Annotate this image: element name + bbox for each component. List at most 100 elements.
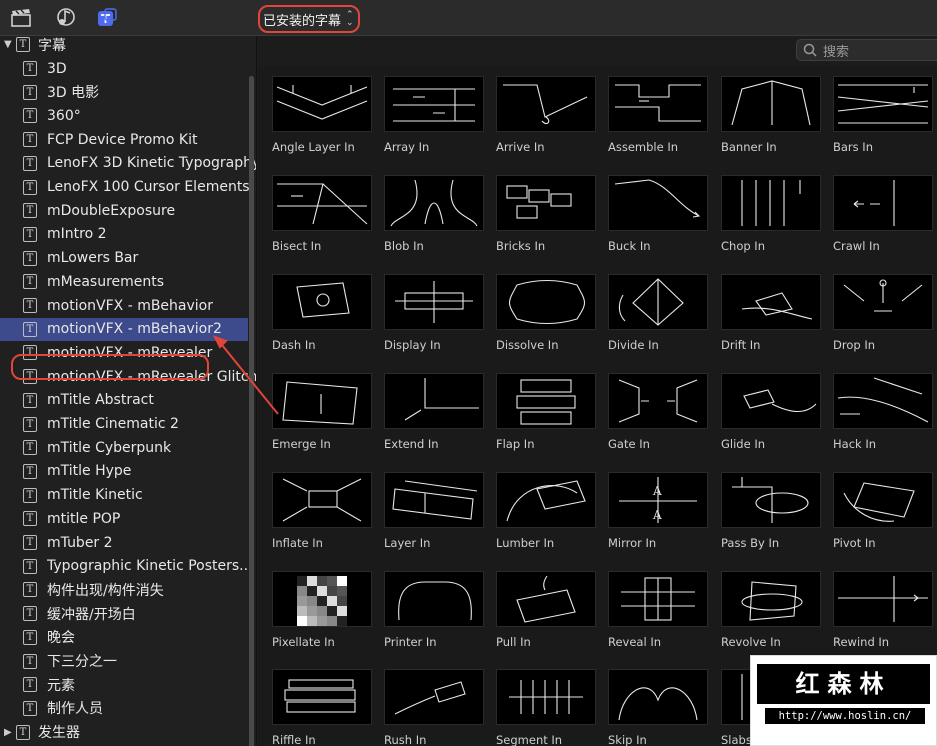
sidebar-item[interactable]: T LenoFX 100 Cursor Elements: [0, 176, 250, 199]
title-thumbnail[interactable]: AA: [608, 472, 708, 528]
title-tile[interactable]: Banner In: [721, 76, 821, 158]
title-thumbnail[interactable]: [272, 274, 372, 330]
title-tile[interactable]: Array In: [384, 76, 484, 158]
title-thumbnail[interactable]: [608, 669, 708, 725]
sidebar-item[interactable]: TmTuber 2: [0, 531, 248, 554]
sidebar-item[interactable]: Tmtitle POP: [0, 507, 248, 530]
title-thumbnail[interactable]: [721, 274, 821, 330]
title-tile[interactable]: Arrive In: [496, 76, 596, 158]
title-thumbnail[interactable]: [721, 472, 821, 528]
title-tile[interactable]: Dash In: [272, 274, 372, 356]
title-thumbnail[interactable]: [721, 373, 821, 429]
title-thumbnail[interactable]: [721, 76, 821, 132]
title-tile[interactable]: Bars In: [833, 76, 933, 158]
title-thumbnail[interactable]: [721, 571, 821, 627]
sidebar-item[interactable]: T Typographic Kinetic Posters...: [0, 555, 253, 578]
sidebar-item[interactable]: T 元素: [0, 673, 248, 696]
title-tile[interactable]: Reveal In: [608, 571, 708, 653]
title-thumbnail[interactable]: [272, 76, 372, 132]
title-tile[interactable]: Hack In: [833, 373, 933, 455]
title-tile[interactable]: Drift In: [721, 274, 821, 356]
title-tile[interactable]: Riffle In: [272, 669, 372, 746]
title-thumbnail[interactable]: [496, 373, 596, 429]
title-tile[interactable]: Extend In: [384, 373, 484, 455]
title-tile[interactable]: Pixellate In: [272, 571, 372, 653]
title-thumbnail[interactable]: [496, 472, 596, 528]
title-thumbnail[interactable]: [833, 571, 933, 627]
title-thumbnail[interactable]: [384, 669, 484, 725]
title-thumbnail[interactable]: [272, 175, 372, 231]
title-thumbnail[interactable]: [721, 175, 821, 231]
title-tile[interactable]: Assemble In: [608, 76, 708, 158]
sidebar-item[interactable]: T 360°: [0, 104, 248, 127]
title-tile[interactable]: Angle Layer In: [272, 76, 372, 158]
title-thumbnail[interactable]: [496, 571, 596, 627]
title-thumbnail[interactable]: [833, 76, 933, 132]
sidebar-item[interactable]: T 3D: [0, 57, 248, 80]
sidebar-item[interactable]: TmTitle Cinematic 2: [0, 413, 248, 436]
disclosure-triangle-icon[interactable]: ▶: [4, 727, 12, 738]
sidebar-header-titles[interactable]: ▼ T 字幕: [0, 36, 248, 56]
title-tile[interactable]: A A Mirror In: [608, 472, 708, 554]
title-thumbnail[interactable]: [833, 373, 933, 429]
title-tile[interactable]: Chop In: [721, 175, 821, 257]
sidebar-item[interactable]: TmTitle Cyberpunk: [0, 436, 248, 459]
disclosure-triangle-icon[interactable]: ▼: [4, 39, 12, 50]
title-thumbnail[interactable]: [496, 175, 596, 231]
title-tile[interactable]: Segment In: [496, 669, 596, 746]
title-thumbnail[interactable]: [608, 274, 708, 330]
title-thumbnail[interactable]: [272, 669, 372, 725]
title-thumbnail[interactable]: [384, 76, 484, 132]
title-thumbnail[interactable]: [608, 373, 708, 429]
sidebar-item[interactable]: T 下三分之一: [0, 650, 248, 673]
sidebar-item[interactable]: TmTitle Abstract: [0, 389, 248, 412]
sidebar-item[interactable]: TmDoubleExposure: [0, 199, 248, 222]
sidebar-item[interactable]: TmotionVFX - mBehavior2: [0, 317, 248, 341]
sidebar-item[interactable]: T 制作人员: [0, 697, 248, 720]
sidebar-header-generators[interactable]: ▶ T 发生器: [0, 721, 248, 744]
title-tile[interactable]: Display In: [384, 274, 484, 356]
library-filter-dropdown[interactable]: 已安装的字幕 ⌃ ⌄: [258, 5, 360, 33]
sidebar-item[interactable]: T LenoFX 3D Kinetic Typography: [0, 152, 256, 175]
title-tile[interactable]: Inflate In: [272, 472, 372, 554]
title-thumbnail[interactable]: [496, 669, 596, 725]
title-tile[interactable]: Crawl In: [833, 175, 933, 257]
title-tile[interactable]: Flap In: [496, 373, 596, 455]
sidebar-item[interactable]: TmLowers Bar: [0, 247, 248, 270]
title-tile[interactable]: Emerge In: [272, 373, 372, 455]
title-thumbnail[interactable]: [272, 373, 372, 429]
title-thumbnail[interactable]: [608, 175, 708, 231]
title-thumbnail[interactable]: [384, 274, 484, 330]
title-thumbnail[interactable]: [272, 472, 372, 528]
title-tile[interactable]: Lumber In: [496, 472, 596, 554]
search-input[interactable]: 搜索: [796, 39, 937, 61]
sidebar-item[interactable]: T 缓冲器/开场白: [0, 602, 248, 625]
title-tile[interactable]: Rewind In: [833, 571, 933, 653]
title-tile[interactable]: Glide In: [721, 373, 821, 455]
title-thumbnail[interactable]: [496, 274, 596, 330]
title-thumbnail[interactable]: [384, 373, 484, 429]
title-tile[interactable]: Printer In: [384, 571, 484, 653]
title-tile[interactable]: Pull In: [496, 571, 596, 653]
sidebar-item[interactable]: T 3D 电影: [0, 81, 248, 104]
clapperboard-icon[interactable]: [10, 8, 32, 28]
title-tile[interactable]: Skip In: [608, 669, 708, 746]
sidebar-item[interactable]: TmMeasurements: [0, 270, 248, 293]
titles-icon[interactable]: [97, 8, 119, 28]
sidebar-scrollbar[interactable]: [249, 76, 254, 746]
title-tile[interactable]: Bisect In: [272, 175, 372, 257]
title-tile[interactable]: Bricks In: [496, 175, 596, 257]
title-tile[interactable]: Dissolve In: [496, 274, 596, 356]
title-tile[interactable]: Buck In: [608, 175, 708, 257]
title-tile[interactable]: Rush In: [384, 669, 484, 746]
sidebar-item[interactable]: TmTitle Hype: [0, 460, 248, 483]
sidebar-item[interactable]: T 晚会: [0, 626, 248, 649]
sidebar-item[interactable]: T FCP Device Promo Kit: [0, 128, 248, 151]
title-tile[interactable]: Drop In: [833, 274, 933, 356]
title-tile[interactable]: Layer In: [384, 472, 484, 554]
title-tile[interactable]: Divide In: [608, 274, 708, 356]
title-tile[interactable]: Gate In: [608, 373, 708, 455]
title-thumbnail[interactable]: [833, 274, 933, 330]
title-thumbnail[interactable]: [496, 76, 596, 132]
title-thumbnail[interactable]: [833, 472, 933, 528]
